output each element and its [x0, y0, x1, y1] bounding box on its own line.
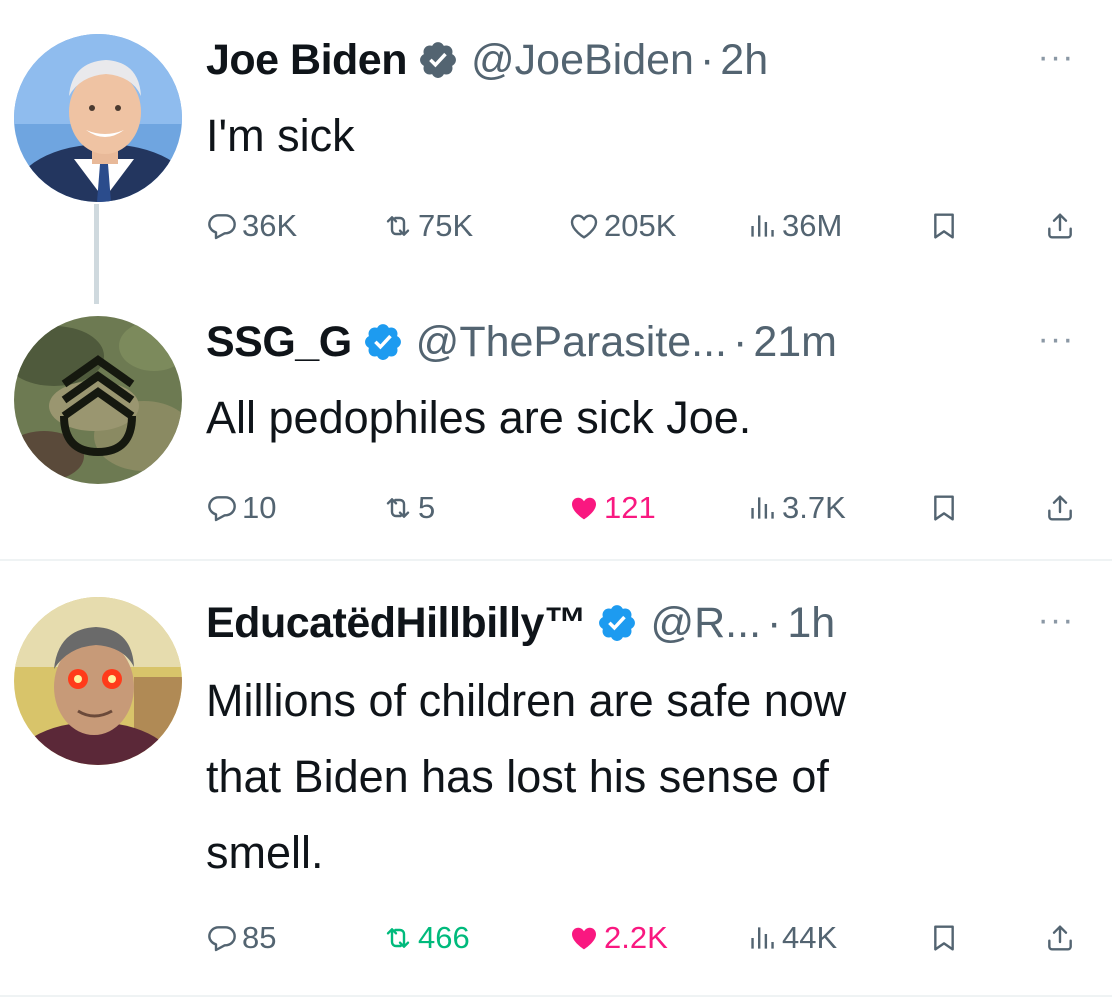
tweet-text-line: smell.: [206, 827, 324, 878]
views-icon: [746, 922, 778, 954]
separator-dot: ·: [699, 35, 715, 84]
bookmark-icon: [928, 492, 960, 524]
verified-badge-icon: [417, 39, 459, 81]
like-button[interactable]: 121: [568, 483, 656, 533]
avatar[interactable]: [14, 34, 182, 202]
like-icon: [568, 492, 600, 524]
bookmark-icon: [928, 922, 960, 954]
views-count: 36M: [782, 208, 843, 243]
share-icon: [1044, 210, 1076, 242]
like-icon: [568, 210, 600, 242]
tweet-text: Millions of children are safe now that B…: [206, 663, 1086, 891]
action-bar: 85 466 2.2K 44K: [206, 913, 1086, 963]
views-count: 44K: [782, 920, 838, 955]
avatar[interactable]: [14, 597, 182, 765]
share-button[interactable]: [1044, 483, 1080, 533]
avatar-laser-eyes-image: [14, 597, 182, 765]
views-icon: [746, 210, 778, 242]
reply-count: 36K: [242, 208, 298, 243]
bookmark-button[interactable]: [928, 913, 964, 963]
tweet-text: I'm sick: [206, 110, 355, 161]
timestamp[interactable]: 1h: [787, 599, 835, 648]
like-count: 2.2K: [604, 920, 668, 955]
views-count: 3.7K: [782, 490, 846, 525]
verified-badge-icon: [596, 602, 638, 644]
like-count: 121: [604, 490, 656, 525]
reply-icon: [206, 492, 238, 524]
verified-badge-icon: [362, 321, 404, 363]
reply-count: 10: [242, 490, 277, 525]
timestamp[interactable]: 21m: [753, 318, 837, 367]
views-icon: [746, 492, 778, 524]
like-count: 205K: [604, 208, 677, 243]
more-icon[interactable]: ···: [1028, 322, 1084, 364]
share-icon: [1044, 492, 1076, 524]
thread-line: [94, 204, 99, 304]
handle[interactable]: @JoeBiden: [471, 36, 694, 85]
action-bar: 36K 75K 205K 36M: [206, 201, 1086, 251]
like-icon: [568, 922, 600, 954]
tweet-joe-biden[interactable]: Joe Biden @JoeBiden · 2h ··· I'm sick 36…: [0, 0, 1112, 304]
retweet-button[interactable]: 5: [382, 483, 435, 533]
views-button[interactable]: 36M: [746, 201, 842, 251]
handle[interactable]: @TheParasite...: [416, 318, 727, 367]
bottom-divider: [0, 995, 1112, 997]
bookmark-icon: [928, 210, 960, 242]
tweet-educated-hillbilly[interactable]: EducatëdHillbilly™ @R... · 1h ··· Millio…: [0, 561, 1112, 991]
avatar-joe-biden-image: [14, 34, 182, 202]
retweet-count: 466: [418, 920, 470, 955]
retweet-icon: [382, 492, 414, 524]
retweet-icon: [382, 922, 414, 954]
handle[interactable]: @R...: [650, 599, 761, 648]
tweet-text-line: Millions of children are safe now: [206, 675, 847, 726]
reply-count: 85: [242, 920, 277, 955]
share-icon: [1044, 922, 1076, 954]
views-button[interactable]: 3.7K: [746, 483, 846, 533]
action-bar: 10 5 121 3.7K: [206, 483, 1086, 533]
retweet-button[interactable]: 75K: [382, 201, 473, 251]
reply-button[interactable]: 36K: [206, 201, 297, 251]
tweet-header: EducatëdHillbilly™ @R... · 1h: [206, 593, 835, 653]
reply-button[interactable]: 85: [206, 913, 276, 963]
retweet-count: 75K: [418, 208, 474, 243]
tweet-text-line: that Biden has lost his sense of: [206, 751, 829, 802]
avatar[interactable]: [14, 316, 182, 484]
retweet-button[interactable]: 466: [382, 913, 470, 963]
tweet-header: Joe Biden @JoeBiden · 2h: [206, 30, 768, 90]
like-button[interactable]: 2.2K: [568, 913, 668, 963]
display-name[interactable]: EducatëdHillbilly™: [206, 599, 587, 648]
bookmark-button[interactable]: [928, 201, 964, 251]
display-name[interactable]: Joe Biden: [206, 36, 408, 85]
like-button[interactable]: 205K: [568, 201, 676, 251]
share-button[interactable]: [1044, 201, 1080, 251]
tweet-text: All pedophiles are sick Joe.: [206, 392, 752, 443]
avatar-rank-insignia-image: [14, 316, 182, 484]
separator-dot: ·: [733, 317, 748, 366]
tweet-header: SSG_G @TheParasite... · 21m: [206, 312, 837, 372]
more-icon[interactable]: ···: [1028, 40, 1084, 82]
more-icon[interactable]: ···: [1028, 603, 1084, 645]
tweet-ssg-g[interactable]: SSG_G @TheParasite... · 21m ··· All pedo…: [0, 290, 1112, 558]
retweet-icon: [382, 210, 414, 242]
share-button[interactable]: [1044, 913, 1080, 963]
display-name[interactable]: SSG_G: [206, 318, 352, 367]
views-button[interactable]: 44K: [746, 913, 837, 963]
reply-icon: [206, 210, 238, 242]
retweet-count: 5: [418, 490, 436, 525]
timestamp[interactable]: 2h: [720, 36, 768, 85]
bookmark-button[interactable]: [928, 483, 964, 533]
reply-button[interactable]: 10: [206, 483, 276, 533]
reply-icon: [206, 922, 238, 954]
separator-dot: ·: [767, 598, 782, 647]
